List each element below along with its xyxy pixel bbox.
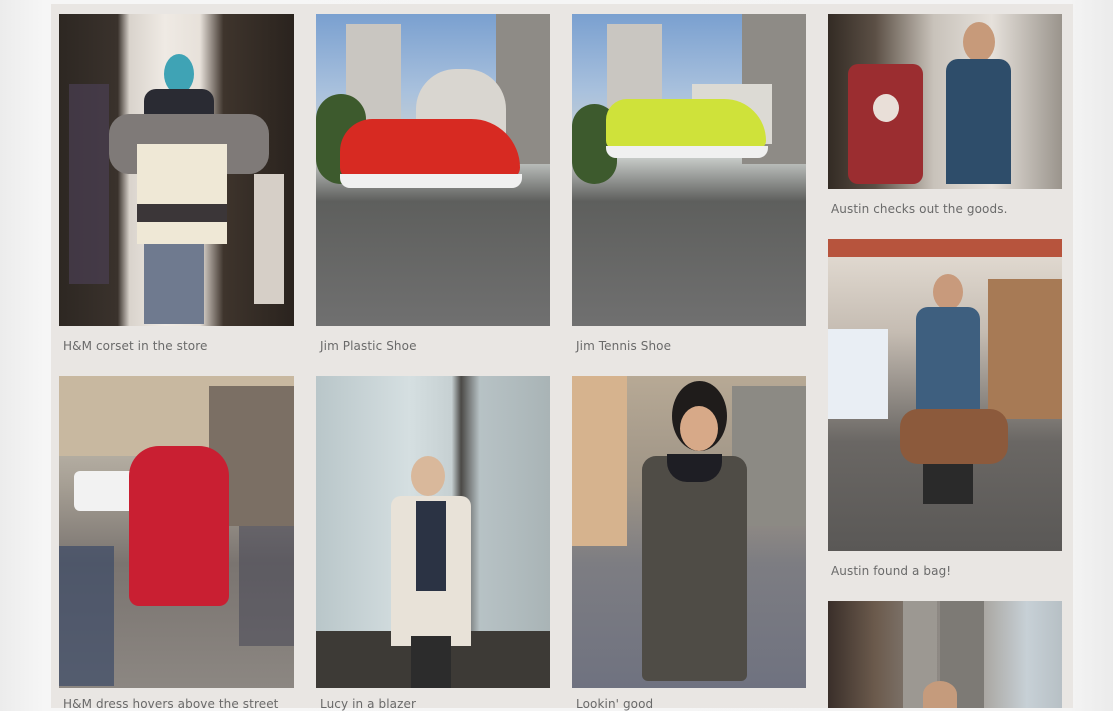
photo-caption: Austin found a bag! — [831, 564, 952, 578]
photo-caption: Lookin' good — [576, 697, 654, 711]
photo-caption: Austin checks out the goods. — [831, 202, 1008, 216]
photo-partial[interactable] — [828, 601, 1062, 708]
photo-plastic-shoe[interactable] — [316, 14, 550, 326]
photo-looking-good[interactable] — [572, 376, 806, 688]
photo-dress[interactable] — [59, 376, 294, 688]
photo-caption: H&M corset in the store — [63, 339, 208, 353]
photo-caption: Lucy in a blazer — [320, 697, 417, 711]
photo-blazer[interactable] — [316, 376, 550, 688]
photo-austin-shirt[interactable] — [828, 14, 1062, 189]
photo-tennis-shoe[interactable] — [572, 14, 806, 326]
photo-caption: H&M dress hovers above the street — [63, 697, 279, 711]
photo-caption: Jim Plastic Shoe — [320, 339, 417, 353]
photo-austin-bag[interactable] — [828, 239, 1062, 551]
photo-caption: Jim Tennis Shoe — [576, 339, 672, 353]
photo-corset[interactable] — [59, 14, 294, 326]
